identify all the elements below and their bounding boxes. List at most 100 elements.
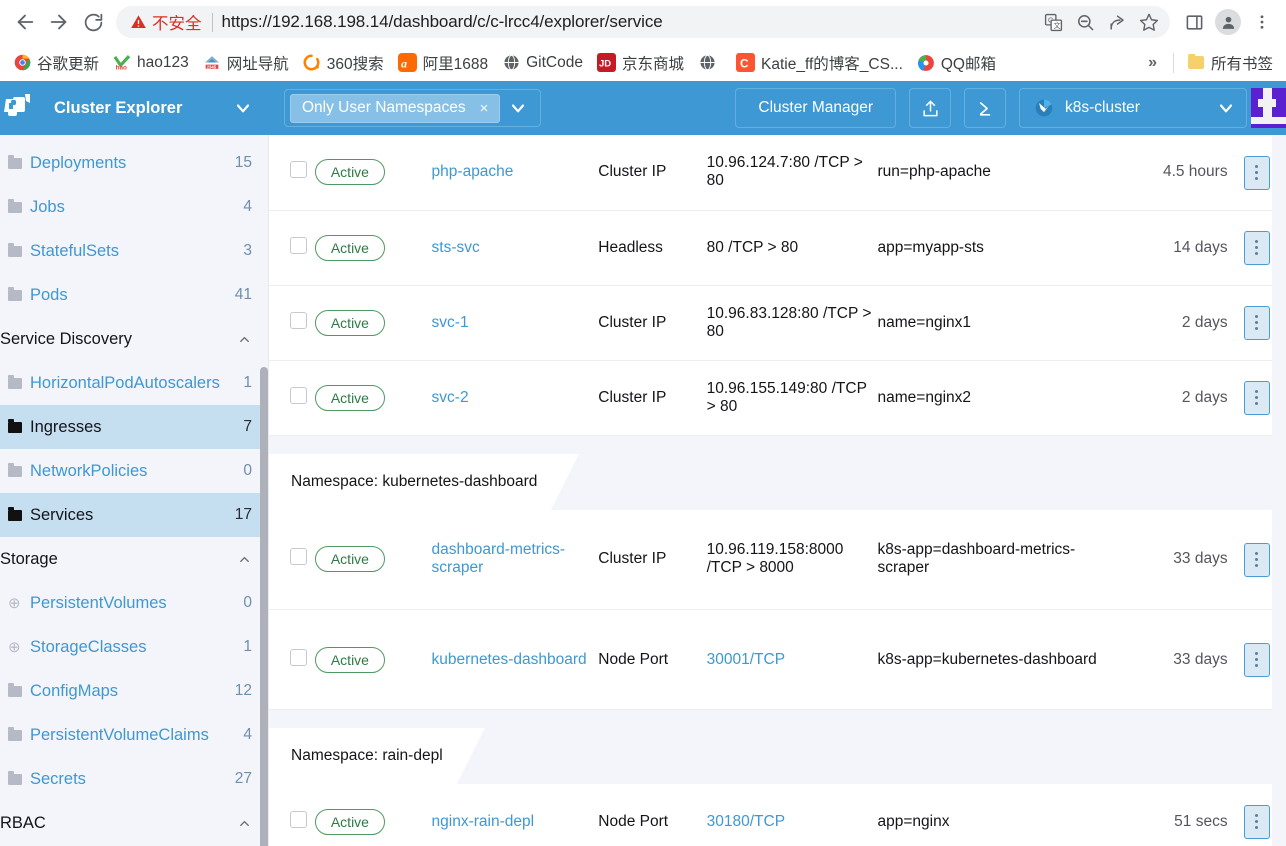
bookmark-item[interactable]: QQ邮箱 bbox=[910, 48, 1003, 78]
kubectl-shell-icon[interactable] bbox=[964, 88, 1006, 128]
chrome-menu-icon[interactable] bbox=[1246, 6, 1278, 38]
row-checkbox[interactable] bbox=[290, 810, 308, 828]
row-actions-icon[interactable] bbox=[1243, 804, 1270, 839]
hao123-icon: hao bbox=[113, 54, 131, 72]
back-button[interactable] bbox=[8, 5, 42, 39]
sidebar-item-statefulsets[interactable]: StatefulSets 3 bbox=[0, 229, 268, 273]
service-name-link[interactable]: svc-2 bbox=[432, 389, 469, 406]
translate-icon[interactable]: G文 bbox=[1038, 7, 1068, 37]
sidebar-group-rbac[interactable]: RBAC bbox=[0, 801, 268, 845]
sidebar-item-pods[interactable]: Pods 41 bbox=[0, 273, 268, 317]
bookmark-item[interactable]: GitCode bbox=[495, 50, 590, 76]
sidebar-group-storage[interactable]: Storage bbox=[0, 537, 268, 581]
share-icon[interactable] bbox=[1102, 7, 1132, 37]
sidebar-item-secrets[interactable]: Secrets 27 bbox=[0, 757, 268, 801]
bookmark-item[interactable]: 谷歌更新 bbox=[6, 48, 106, 78]
table-row[interactable]: Active svc-1 Cluster IP 10.96.83.128:80 /TC… bbox=[269, 285, 1286, 360]
service-name-link[interactable]: svc-1 bbox=[432, 314, 469, 331]
bookmark-item[interactable]: hao hao123 bbox=[106, 50, 196, 76]
service-target: 80 /TCP > 80 bbox=[706, 238, 799, 256]
app-body: Deployments 15 Jobs 4 StatefulSets 3 Pods 41 Ser… bbox=[0, 135, 1286, 846]
service-name-link[interactable]: nginx-rain-depl bbox=[432, 813, 535, 830]
profile-avatar-icon[interactable] bbox=[1215, 9, 1241, 35]
address-bar[interactable]: 不安全 https://192.168.198.14/dashboard/c/c… bbox=[116, 6, 1170, 38]
sidebar-item-horizontalpodautoscalers[interactable]: HorizontalPodAutoscalers 1 bbox=[0, 361, 268, 405]
bookmark-item[interactable]: 2345 网址导航 bbox=[196, 48, 296, 78]
service-name-link[interactable]: kubernetes-dashboard bbox=[432, 651, 587, 668]
reload-button[interactable] bbox=[76, 5, 110, 39]
sidebar-item-deployments[interactable]: Deployments 15 bbox=[0, 141, 268, 185]
sidebar-scrollbar[interactable] bbox=[260, 367, 268, 846]
sidebar-item-services[interactable]: Services 17 bbox=[0, 493, 268, 537]
table-row[interactable]: Active sts-svc Headless 80 /TCP > 80 app=mya… bbox=[269, 210, 1286, 285]
bookmark-label: 阿里1688 bbox=[422, 55, 489, 73]
bookmark-item[interactable]: a 阿里1688 bbox=[391, 48, 495, 78]
service-name-link[interactable]: sts-svc bbox=[432, 239, 480, 256]
table-row[interactable]: Active nginx-rain-depl Node Port 30180/TCP a… bbox=[269, 784, 1286, 846]
all-bookmarks-label: 所有书签 bbox=[1210, 55, 1273, 73]
bookmark-item[interactable]: C Katie_ff的博客_CS... bbox=[729, 48, 910, 78]
row-actions-icon[interactable] bbox=[1243, 305, 1270, 340]
service-target[interactable]: 30001/TCP bbox=[707, 651, 785, 668]
table-row[interactable]: Active php-apache Cluster IP 10.96.124.7:80… bbox=[269, 135, 1286, 210]
namespace-gap bbox=[269, 710, 1286, 728]
row-actions-icon[interactable] bbox=[1243, 230, 1270, 265]
row-checkbox[interactable] bbox=[290, 311, 308, 329]
bookmark-star-icon[interactable] bbox=[1134, 7, 1164, 37]
namespace-filter-label: Only User Namespaces bbox=[302, 99, 466, 116]
chevron-down-icon[interactable] bbox=[500, 98, 536, 118]
row-actions-icon[interactable] bbox=[1243, 380, 1270, 415]
main-scrollbar-track[interactable] bbox=[1272, 135, 1286, 846]
chevron-up-icon[interactable] bbox=[237, 816, 252, 831]
chevron-down-icon[interactable] bbox=[233, 98, 253, 118]
table-row[interactable]: Active dashboard-metrics-scraper Cluster I… bbox=[269, 510, 1286, 610]
forward-button[interactable] bbox=[42, 5, 76, 39]
chevron-up-icon[interactable] bbox=[237, 332, 252, 347]
row-checkbox[interactable] bbox=[290, 648, 308, 666]
folder-icon bbox=[0, 418, 30, 433]
row-actions-icon[interactable] bbox=[1243, 155, 1270, 190]
all-bookmarks-button[interactable]: 所有书签 bbox=[1180, 48, 1280, 78]
sidebar-item-persistentvolumes[interactable]: ⊕ PersistentVolumes 0 bbox=[0, 581, 268, 625]
sidebar-item-persistentvolumeclaims[interactable]: PersistentVolumeClaims 4 bbox=[0, 713, 268, 757]
status-badge: Active bbox=[314, 546, 385, 573]
bookmarks-overflow-button[interactable]: » bbox=[1138, 54, 1167, 72]
url-text[interactable]: https://192.168.198.14/dashboard/c/c-lrc… bbox=[222, 12, 1039, 32]
close-icon[interactable]: × bbox=[480, 100, 489, 117]
row-actions-icon[interactable] bbox=[1243, 642, 1270, 677]
row-checkbox[interactable] bbox=[290, 386, 308, 404]
sidebar-item-jobs[interactable]: Jobs 4 bbox=[0, 185, 268, 229]
side-panel-icon[interactable] bbox=[1178, 6, 1210, 38]
sidebar-item-configmaps[interactable]: ConfigMaps 12 bbox=[0, 669, 268, 713]
globe-icon: ⊕ bbox=[8, 594, 21, 612]
bookmark-item[interactable] bbox=[691, 50, 729, 76]
row-checkbox[interactable] bbox=[290, 161, 308, 179]
sidebar-item-networkpolicies[interactable]: NetworkPolicies 0 bbox=[0, 449, 268, 493]
sidebar-group-service-discovery[interactable]: Service Discovery bbox=[0, 317, 268, 361]
header-brand-zone[interactable]: Cluster Explorer bbox=[0, 81, 269, 135]
chevron-down-icon[interactable] bbox=[1216, 98, 1236, 118]
table-row[interactable]: Active kubernetes-dashboard Node Port 30001… bbox=[269, 610, 1286, 710]
bookmark-item[interactable]: JD 京东商城 bbox=[590, 48, 691, 78]
zoom-out-icon[interactable] bbox=[1070, 7, 1100, 37]
svg-text:a: a bbox=[401, 56, 407, 70]
sidebar-item-storageclasses[interactable]: ⊕ StorageClasses 1 bbox=[0, 625, 268, 669]
table-row[interactable]: Active svc-2 Cluster IP 10.96.155.149:80 /T… bbox=[269, 360, 1286, 435]
chevron-up-icon[interactable] bbox=[237, 552, 252, 567]
purple-extension-icon[interactable] bbox=[1247, 81, 1286, 135]
namespace-filter-pill[interactable]: Only User Namespaces × bbox=[290, 93, 501, 123]
sidebar-item-ingresses[interactable]: Ingresses 7 bbox=[0, 405, 268, 449]
namespace-group-header: Namespace: rain-depl bbox=[269, 728, 1286, 784]
row-checkbox[interactable] bbox=[290, 548, 308, 566]
cluster-selector[interactable]: k8s-cluster bbox=[1019, 88, 1247, 128]
service-name-link[interactable]: dashboard-metrics-scraper bbox=[432, 541, 566, 576]
cluster-manager-button[interactable]: Cluster Manager bbox=[735, 88, 896, 128]
folder-icon bbox=[0, 198, 30, 213]
upload-yaml-icon[interactable] bbox=[909, 88, 951, 128]
service-name-link[interactable]: php-apache bbox=[432, 163, 514, 180]
namespace-filter[interactable]: Only User Namespaces × bbox=[284, 89, 542, 127]
row-checkbox[interactable] bbox=[290, 236, 308, 254]
row-actions-icon[interactable] bbox=[1243, 542, 1270, 577]
service-target[interactable]: 30180/TCP bbox=[707, 813, 785, 830]
bookmark-item[interactable]: 360搜索 bbox=[296, 48, 391, 78]
